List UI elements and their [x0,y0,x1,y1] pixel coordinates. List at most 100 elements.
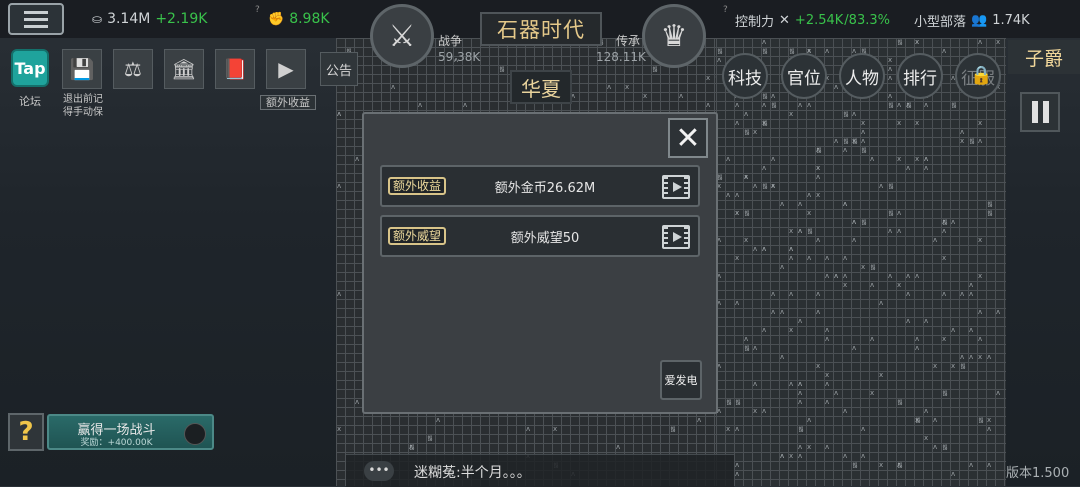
aifadian-button[interactable]: 爱发电 [660,360,702,400]
terrain-tile-icon: x [816,362,821,370]
terrain-tile-icon: ʌ [697,416,702,424]
terrain-tile-icon: ʌ [816,290,821,298]
terrain-tile-icon: ʌ [906,272,911,280]
terrain-tile-icon: x [978,272,983,280]
terrain-tile-icon: ʌ [996,308,1001,316]
main-menu-button[interactable] [8,3,64,35]
terrain-tile-icon: ᯾ [771,101,777,109]
terrain-tile-icon: ᯾ [798,425,804,433]
extra-income-row-prestige[interactable]: 额外威望 额外威望50 [380,215,700,257]
quest-status-icon [184,423,206,445]
watch-video-icon[interactable] [662,175,690,199]
terrain-tile-icon: ʌ [726,155,731,163]
terrain-tile-icon: ᯾ [969,137,975,145]
nation-name: 华夏 [510,70,572,104]
terrain-tile-icon: ᯾ [978,416,984,424]
terrain-tile-icon: ʌ [852,110,857,118]
help-hint-icon[interactable]: ? [255,5,260,15]
world-map-grid-right[interactable]: ʌʌʌʌxʌʌʌʌʌx᯾ʌxʌ᯾xxʌʌ᯾ʌʌʌʌ᯾xʌʌxʌʌʌʌ᯾ʌx᯾ʌ᯾… [716,38,1006,486]
terrain-tile-icon: x [744,236,749,244]
help-hint-icon[interactable]: ? [723,5,728,15]
video-reward-button[interactable]: ▶ [266,49,306,89]
terrain-tile-icon: ᯾ [499,65,505,73]
tech-button[interactable]: 科技 [722,53,768,99]
extra-income-label[interactable]: 额外收益 [260,95,316,110]
terrain-tile-icon: ʌ [798,443,803,451]
terrain-tile-icon: ʌ [879,299,884,307]
balance-scale-button[interactable]: ⚖ [113,49,153,89]
terrain-tile-icon: x [897,281,902,289]
terrain-tile-icon: ʌ [951,470,956,478]
close-button[interactable]: ✕ [668,118,708,158]
terrain-tile-icon: ʌ [771,182,776,190]
ranking-button[interactable]: 排行 [897,53,943,99]
office-button[interactable]: 官位 [781,53,827,99]
terrain-tile-icon: ʌ [897,209,902,217]
terrain-tile-icon: ʌ [933,443,938,451]
crown-icon[interactable]: ♛ [642,4,706,68]
terrain-tile-icon: ʌ [843,407,848,415]
question-mark-icon: ? [18,417,34,447]
terrain-tile-icon: ʌ [942,47,947,55]
terrain-tile-icon: ᯾ [652,65,658,73]
terrain-tile-icon: x [915,155,920,163]
terrain-tile-icon: ʌ [463,101,468,109]
terrain-tile-icon: ʌ [969,461,974,469]
terrain-tile-icon: ʌ [861,452,866,460]
terrain-tile-icon: ʌ [771,308,776,316]
tribe-label: 小型部落 [914,15,967,30]
terrain-tile-icon: x [987,416,992,424]
terrain-tile-icon: ᯾ [861,218,867,226]
terrain-tile-icon: x [897,119,902,127]
terrain-tile-icon: ʌ [960,353,965,361]
save-disk-button[interactable]: 💾 [62,49,102,89]
terrain-tile-icon: ᯾ [987,200,993,208]
terrain-tile-icon: ʌ [942,290,947,298]
extra-income-row-gold[interactable]: 额外收益 额外金币26.62M [380,165,700,207]
watch-video-icon[interactable] [662,225,690,249]
help-question-button[interactable]: ? [8,413,44,451]
chat-bubble-icon[interactable]: ••• [364,461,394,481]
terrain-tile-icon: x [789,452,794,460]
forum-label[interactable]: 论坛 [11,95,49,108]
terrain-tile-icon: ᯾ [861,146,867,154]
terrain-tile-icon: ʌ [744,110,749,118]
terrain-tile-icon: x [879,461,884,469]
people-button[interactable]: 人物 [839,53,885,99]
terrain-tile-icon: ᯾ [897,398,903,406]
terrain-tile-icon: ʌ [825,335,830,343]
terrain-tile-icon: x [753,128,758,136]
crossed-swords-icon[interactable]: ⚔ [370,4,434,68]
conquer-button-locked[interactable]: 征服 🔒 [955,53,1001,99]
tap-forum-button[interactable]: Tap [11,49,49,87]
terrain-tile-icon: ʌ [888,65,893,73]
terrain-tile-icon: ᯾ [762,92,768,100]
quest-win-battle[interactable]: 赢得一场战斗 奖励：+400.00K [47,414,214,450]
notice-button[interactable]: 公告 [320,52,358,86]
terrain-tile-icon: ʌ [436,416,441,424]
terrain-tile-icon: x [744,173,749,181]
coins-icon: ⛀ [92,12,103,26]
hamburger-line-icon [24,17,48,21]
terrain-tile-icon: ʌ [843,452,848,460]
terrain-tile-icon: ʌ [888,92,893,100]
chat-bar[interactable]: ••• 迷糊菟:半个月。。。 [346,454,734,487]
terrain-tile-icon: ʌ [915,344,920,352]
people-icon: 👥 [971,13,988,28]
terrain-tile-icon: x [843,281,848,289]
terrain-tile-icon: x [978,353,983,361]
book-button[interactable]: 📕 [215,49,255,89]
temple-button[interactable]: 🏛 [164,49,204,89]
terrain-tile-icon: ʌ [798,101,803,109]
terrain-tile-icon: ᯾ [888,101,894,109]
terrain-tile-icon: ʌ [735,101,740,109]
terrain-tile-icon: x [789,110,794,118]
terrain-tile-icon: x [951,362,956,370]
terrain-tile-icon: ʌ [915,335,920,343]
terrain-tile-icon: x [942,335,947,343]
terrain-tile-icon: x [888,56,893,64]
terrain-tile-icon: ʌ [780,200,785,208]
terrain-tile-icon: ʌ [753,344,758,352]
pause-button[interactable] [1020,92,1060,132]
terrain-tile-icon: ʌ [843,200,848,208]
